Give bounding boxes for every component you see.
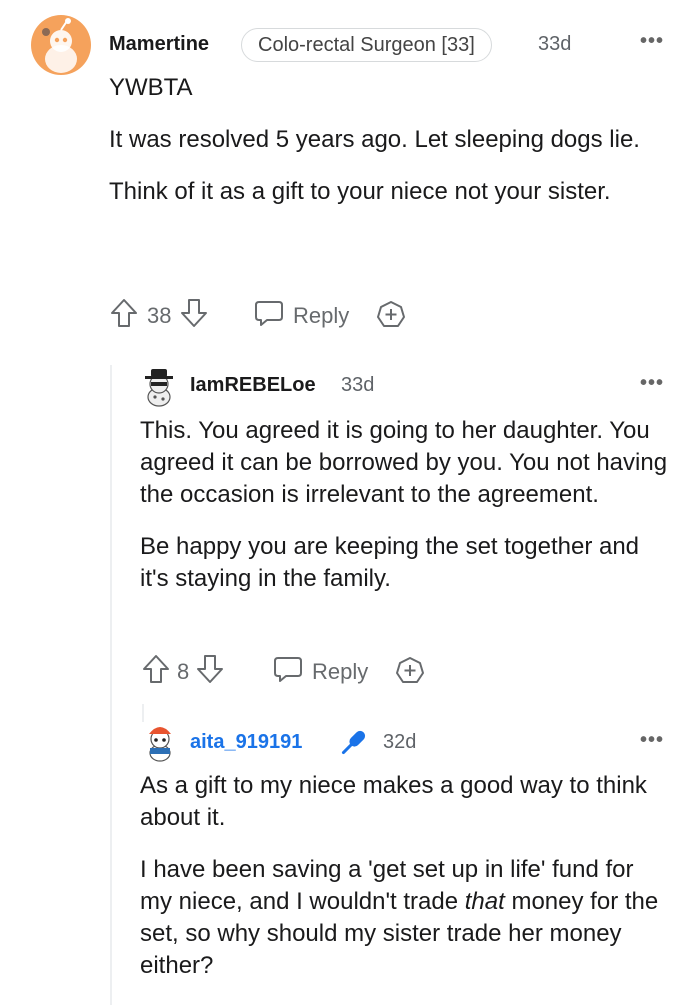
avatar[interactable] xyxy=(141,367,177,412)
more-options-icon[interactable]: ••• xyxy=(640,372,664,395)
username[interactable]: IamREBELoe xyxy=(190,374,316,397)
comment-body: This. You agreed it is going to her daug… xyxy=(140,415,675,595)
timestamp[interactable]: 32d xyxy=(383,731,416,754)
avatar[interactable] xyxy=(143,722,177,767)
comment-paragraph: It was resolved 5 years ago. Let sleepin… xyxy=(109,126,640,153)
comment-paragraph: This. You agreed it is going to her daug… xyxy=(140,417,668,508)
comment-paragraph: Be happy you are keeping the set togethe… xyxy=(140,533,640,592)
microphone-icon xyxy=(335,725,371,766)
username[interactable]: aita_919191 xyxy=(190,731,302,754)
reply-label: Reply xyxy=(293,303,350,328)
emphasis-text: that xyxy=(464,888,505,915)
award-icon[interactable] xyxy=(375,299,407,336)
snoo-avatar-icon xyxy=(149,727,171,762)
upvote-icon[interactable] xyxy=(141,653,171,691)
reply-icon xyxy=(253,297,285,335)
downvote-icon[interactable] xyxy=(195,653,225,691)
downvote-icon[interactable] xyxy=(179,297,209,335)
reply-button[interactable]: Reply xyxy=(272,653,368,691)
vote-bar: 8 xyxy=(141,653,225,691)
upvote-icon[interactable] xyxy=(109,297,139,335)
avatar[interactable] xyxy=(31,15,91,75)
snoo-avatar-icon xyxy=(42,18,77,73)
timestamp[interactable]: 33d xyxy=(341,374,374,397)
award-icon[interactable] xyxy=(394,655,426,692)
comment-paragraph: YWBTA xyxy=(109,74,193,101)
vote-count: 8 xyxy=(177,659,190,684)
comment-paragraph: I have been saving a 'get set up in life… xyxy=(140,854,670,982)
reply-button[interactable]: Reply xyxy=(253,297,349,335)
more-options-icon[interactable]: ••• xyxy=(640,30,664,53)
thread-line[interactable] xyxy=(142,704,144,722)
comment-body: As a gift to my niece makes a good way t… xyxy=(140,770,670,982)
reply-label: Reply xyxy=(312,659,369,684)
more-options-icon[interactable]: ••• xyxy=(640,729,664,752)
thread-line[interactable] xyxy=(110,365,112,1005)
username[interactable]: Mamertine xyxy=(109,33,209,56)
timestamp[interactable]: 33d xyxy=(538,33,571,56)
reply-icon xyxy=(272,653,304,691)
user-flair: Colo-rectal Surgeon [33] xyxy=(241,28,492,62)
comment-paragraph: Think of it as a gift to your niece not … xyxy=(109,178,611,205)
snoo-avatar-icon xyxy=(145,369,173,407)
comment-paragraph: As a gift to my niece makes a good way t… xyxy=(140,772,647,831)
vote-count: 38 xyxy=(147,303,172,328)
comment-body: YWBTA It was resolved 5 years ago. Let s… xyxy=(109,72,679,208)
vote-bar: 38 xyxy=(109,297,209,335)
